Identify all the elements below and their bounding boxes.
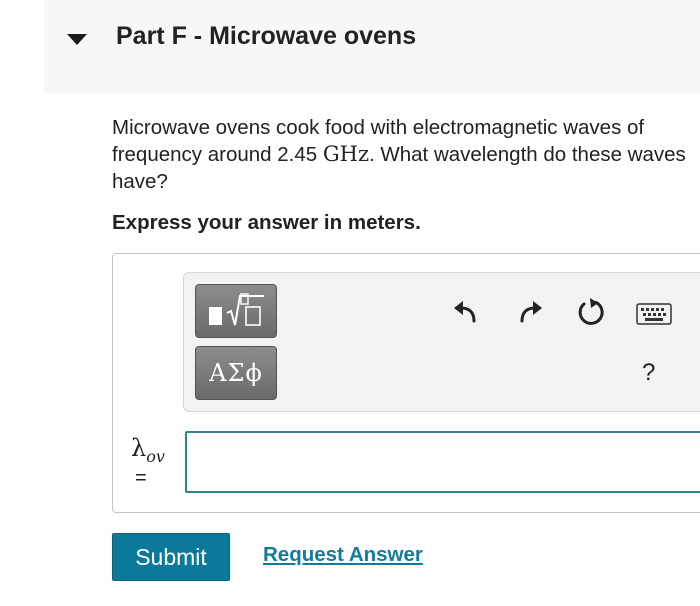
reset-button[interactable] [576, 297, 606, 327]
templates-button[interactable] [195, 284, 277, 338]
frequency-unit: GHz [322, 142, 370, 166]
variable-lambda: λ [131, 434, 147, 462]
templates-icon [209, 293, 264, 326]
answer-panel: ΑΣϕ ? λov = [112, 253, 700, 513]
math-toolbar: ΑΣϕ ? [183, 272, 700, 412]
keyboard-icon [636, 303, 672, 325]
answer-input[interactable] [185, 431, 700, 493]
undo-button[interactable] [452, 299, 478, 325]
answer-variable: λov [131, 434, 165, 466]
answer-instruction: Express your answer in meters. [112, 211, 421, 234]
reset-icon [578, 298, 604, 325]
keyboard-button[interactable] [636, 303, 672, 325]
redo-icon [520, 301, 542, 323]
symbols-button[interactable]: ΑΣϕ [195, 346, 277, 400]
redo-button[interactable] [518, 299, 544, 325]
question-text: Microwave ovens cook food with electroma… [112, 114, 692, 195]
part-title: Part F - Microwave ovens [116, 22, 417, 50]
submit-button[interactable]: Submit [112, 533, 230, 581]
symbols-label: ΑΣϕ [209, 359, 263, 387]
collapse-caret-icon[interactable] [67, 34, 87, 45]
undo-icon [454, 301, 476, 323]
equals-sign: = [135, 467, 147, 489]
part-header: Part F - Microwave ovens [44, 0, 700, 94]
request-answer-link[interactable]: Request Answer [263, 543, 423, 567]
help-button[interactable]: ? [642, 359, 655, 387]
variable-subscript: ov [146, 447, 165, 466]
